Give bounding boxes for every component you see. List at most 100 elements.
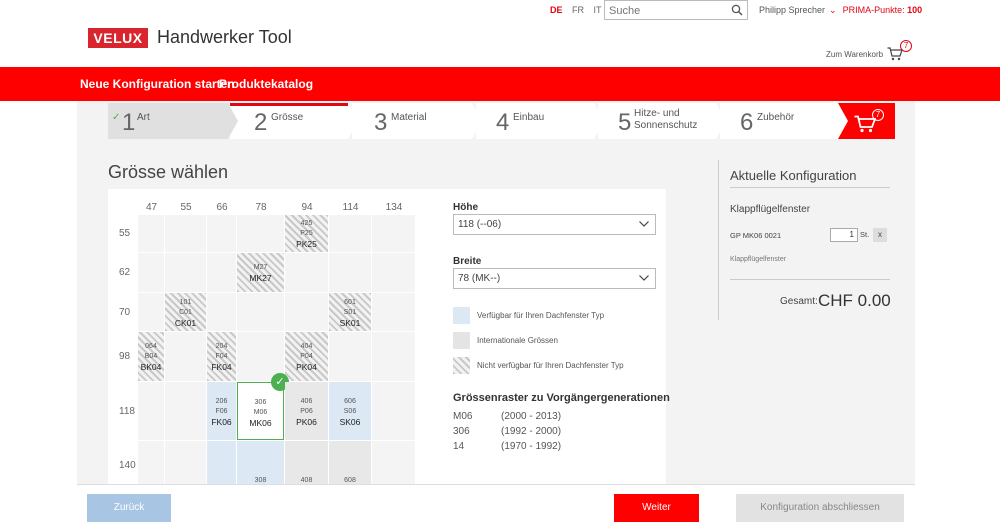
grid-cell-empty [138,215,164,252]
lang-it[interactable]: IT [594,5,602,15]
grid-cell-empty [285,293,328,331]
user-menu[interactable]: Philipp Sprecher ⌄ PRIMA-Punkte: 100 [759,5,922,16]
width-select[interactable]: 78 (MK--) [453,268,656,289]
size-cell-alt-code: 064 [145,343,157,350]
legend-international: Internationale Grössen [477,336,558,345]
chevron-down-icon: ⌄ [829,5,837,15]
language-switcher: DE FR IT [550,5,609,15]
cart-count-badge: 7 [900,40,913,52]
search-box [604,0,748,20]
grid-cell-empty [207,293,236,331]
step-arrow [716,103,726,139]
step-einbau[interactable]: 4 Einbau [476,103,604,139]
step-art[interactable]: ✓ 1 Art [108,103,238,139]
size-cell-alt-code: F04 [215,353,228,360]
sidebar-rule [730,279,890,280]
grid-cell-empty [165,332,206,381]
height-select-value: 118 (--06) [458,219,502,230]
legend-unavailable: Nicht verfügbar für Ihren Dachfenster Ty… [477,361,624,370]
sidebar-rule [730,187,890,188]
grid-cell-empty [165,253,206,292]
grid-cell-empty [138,293,164,331]
size-cell-code: MK06 [249,417,272,428]
nav-product-catalog[interactable]: Produktekatalog [219,77,313,91]
column-header: 55 [180,202,192,213]
size-cell[interactable]: 608 [329,441,371,484]
step-number: 4 [496,109,510,136]
velux-logo[interactable]: VELUX [88,28,148,48]
search-icon[interactable] [731,4,743,16]
size-cell-alt-code: 608 [344,477,356,484]
step-hitze-sonnenschutz[interactable]: 5 Hitze- und Sonnenschutz [598,103,726,139]
size-cell-alt-code: P04 [300,353,313,360]
size-cell-code: SK01 [339,317,361,328]
app-title: Handwerker Tool [157,27,292,47]
next-button[interactable]: Weiter [614,494,699,522]
size-cell-alt-code: 606 [344,397,356,405]
size-cell-code: PK04 [296,362,317,372]
step-label: Art [137,112,150,123]
size-cell-alt-code: F06 [215,407,228,415]
quantity-input[interactable]: 1 [830,228,858,242]
size-cell-code: BK04 [140,362,162,372]
step-number: 3 [374,109,388,136]
size-cell-ck01: 101 C01 CK01 [165,293,206,331]
size-cell-alt-code: 306 [254,398,267,406]
size-cell-alt-code: C01 [179,308,192,316]
size-cell-code: SK06 [339,416,361,427]
history-row: 306 (1992 - 2000) [453,426,561,437]
points-label: PRIMA-Punkte: [842,5,905,15]
column-header: 78 [255,202,267,213]
legend-swatch-unavailable [453,357,470,374]
step-material[interactable]: 3 Material [352,103,482,139]
width-label: Breite [453,256,482,267]
step-number: 5 [618,109,632,136]
cart-icon: 7 [887,40,913,61]
column-header: 66 [216,202,228,213]
grid-cell-empty [165,441,206,484]
legend-swatch-available [453,307,470,324]
points-value: 100 [907,5,923,15]
row-header: 118 [119,405,135,417]
history-code: 306 [453,426,470,437]
size-cell-alt-code: 425 [300,220,313,227]
size-cell-code: CK01 [174,317,197,328]
step-label: Einbau [513,112,545,123]
sidebar-note: Klappflügelfenster [730,256,787,263]
back-button[interactable]: Zurück [87,494,171,522]
size-cell[interactable] [207,441,236,484]
size-cell[interactable]: 308 [237,441,284,484]
sidebar-divider [718,160,719,320]
size-cell-sk01: 601 S01 SK01 [329,293,371,331]
nav-new-configuration[interactable]: Neue Konfiguration starten [80,77,235,91]
size-cell-alt-code: S01 [343,308,357,316]
step-zubehoer[interactable]: 6 Zubehör [720,103,848,139]
height-select[interactable]: 118 (--06) [453,214,656,235]
grid-cell-empty [372,382,415,440]
finish-configuration-button[interactable]: Konfiguration abschliessen [736,494,904,522]
size-cell-pk06[interactable]: 406 P06 PK06 [285,382,328,440]
row-header: 70 [119,306,131,318]
quantity-unit: St. [860,230,870,239]
history-title: Grössenraster zu Vorgängergenerationen [453,392,670,404]
size-cell-alt-code: 408 [300,477,313,484]
size-cell-alt-code: M06 [253,408,268,416]
legend-available: Verfügbar für Ihren Dachfenster Typ [477,311,605,320]
check-icon: ✓ [112,112,121,123]
size-cell[interactable]: 408 [285,441,328,484]
size-cell-alt-code: P06 [300,407,313,415]
remove-item-button[interactable]: x [873,228,887,242]
size-cell-sk06[interactable]: 606 S06 SK06 [329,382,371,440]
size-cell-code: FK04 [211,362,232,372]
step-groesse[interactable]: 2 Grösse [230,103,358,139]
cart-link[interactable]: Zum Warenkorb 7 [826,40,913,61]
lang-de[interactable]: DE [550,5,563,15]
search-input[interactable] [605,2,723,20]
lang-fr[interactable]: FR [572,5,584,15]
step-bar: ✓ 1 Art 2 Grösse 3 Material 4 Einbau 5 H… [108,103,895,139]
size-cell-fk06[interactable]: 206 F06 FK06 [207,382,236,440]
column-header: 47 [145,202,158,213]
cart-link-label: Zum Warenkorb [826,49,884,59]
points-display: PRIMA-Punkte: 100 [843,5,923,15]
history-code: 14 [453,441,465,452]
